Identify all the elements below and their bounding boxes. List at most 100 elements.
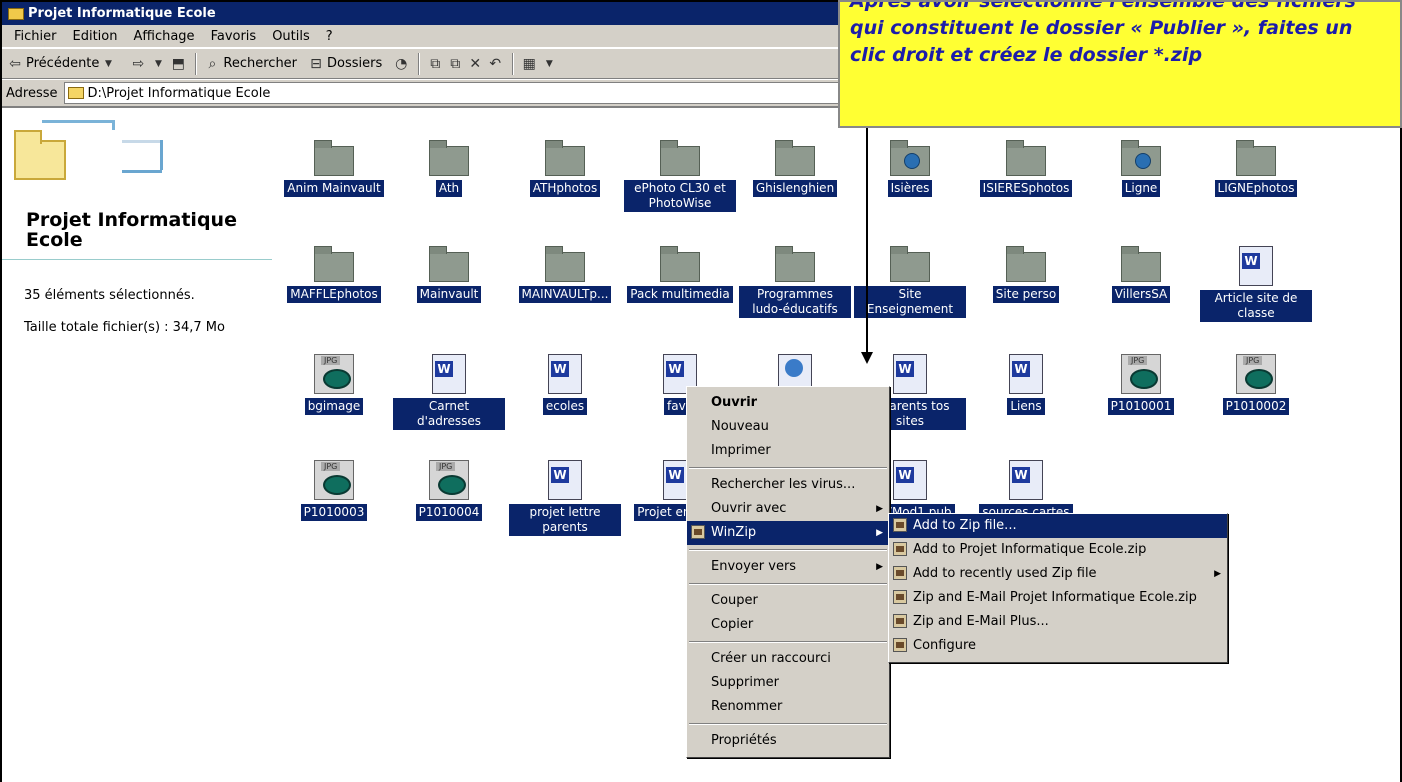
menu-fichier[interactable]: Fichier [6, 29, 65, 44]
file-item[interactable]: Programmes ludo-éducatifs [739, 246, 851, 318]
folder-icon [545, 246, 585, 282]
menu-item-nouveau[interactable]: Nouveau [687, 415, 889, 439]
history-icon[interactable]: ◔ [392, 55, 410, 73]
file-label: Ath [435, 180, 463, 197]
toolbar-separator [512, 52, 515, 75]
file-item[interactable]: Site Enseignement [854, 246, 966, 318]
doc-icon [893, 354, 927, 394]
decor-line [42, 120, 112, 123]
file-item[interactable]: Article site de classe [1200, 246, 1312, 322]
file-item[interactable]: Ligne [1085, 140, 1197, 197]
folder-up-icon[interactable]: ⬒ [169, 55, 187, 73]
copy-to-icon[interactable]: ⧉ [446, 55, 464, 73]
menu-item-copier[interactable]: Copier [687, 613, 889, 637]
menu-item-zip-email-plus[interactable]: Zip and E-Mail Plus... [889, 610, 1227, 634]
menu-item-scan[interactable]: Rechercher les virus... [687, 473, 889, 497]
menu-item-add-to-recent-zip[interactable]: Add to recently used Zip file ▶ [889, 562, 1227, 586]
menu-item-imprimer[interactable]: Imprimer [687, 439, 889, 463]
doc-icon [548, 460, 582, 500]
file-item[interactable]: Isières [854, 140, 966, 197]
file-label: MAINVAULTp... [518, 286, 612, 303]
winzip-submenu: Add to Zip file... Add to Projet Informa… [888, 513, 1228, 663]
file-item[interactable]: Site perso [970, 246, 1082, 303]
delete-icon[interactable]: ✕ [466, 55, 484, 73]
chevron-down-icon[interactable]: ▼ [540, 55, 558, 73]
file-item[interactable]: MAINVAULTp... [509, 246, 621, 303]
open-with-label: Ouvrir avec [711, 501, 787, 516]
file-item[interactable]: Mainvault [393, 246, 505, 303]
file-item[interactable]: ATHphotos [509, 140, 621, 197]
file-label: VillersSA [1111, 286, 1171, 303]
jpg-icon [314, 460, 354, 500]
folders-button[interactable]: ⊟ Dossiers [307, 55, 382, 73]
back-button[interactable]: ⇦ Précédente ▼ [6, 55, 119, 73]
file-item[interactable]: P1010004 [393, 460, 505, 521]
menu-item-add-to-named-zip[interactable]: Add to Projet Informatique Ecole.zip [889, 538, 1227, 562]
chevron-down-icon[interactable]: ▼ [149, 55, 167, 73]
file-item[interactable]: projet lettre parents [509, 460, 621, 536]
file-item[interactable]: P1010001 [1085, 354, 1197, 415]
total-size: Taille totale fichier(s) : 34,7 Mo [24, 320, 225, 335]
jpg-icon [1236, 354, 1276, 394]
menu-item-proprietes[interactable]: Propriétés [687, 729, 889, 753]
file-label: ISIERESphotos [979, 180, 1073, 197]
folder-icon [1121, 246, 1161, 282]
menu-item-shortcut[interactable]: Créer un raccourci [687, 647, 889, 671]
decor-line [160, 140, 163, 170]
add-to-recent-zip-label: Add to recently used Zip file [913, 566, 1097, 581]
file-item[interactable]: Pack multimedia [624, 246, 736, 303]
search-button[interactable]: ⌕ Rechercher [203, 55, 297, 73]
menu-item-zip-email[interactable]: Zip and E-Mail Projet Informatique Ecole… [889, 586, 1227, 610]
file-item[interactable]: bgimage [278, 354, 390, 415]
file-item[interactable]: Liens [970, 354, 1082, 415]
file-item[interactable]: Ghislenghien [739, 140, 851, 197]
menu-favoris[interactable]: Favoris [203, 29, 265, 44]
menu-item-renommer[interactable]: Renommer [687, 695, 889, 719]
forward-arrow-icon[interactable]: ⇨ [129, 55, 147, 73]
folder-icon [775, 246, 815, 282]
menu-item-winzip[interactable]: WinZip ▶ [687, 521, 889, 545]
file-label: Site perso [992, 286, 1060, 303]
menu-help[interactable]: ? [318, 29, 341, 44]
menu-separator [689, 723, 887, 725]
file-item[interactable]: P1010003 [278, 460, 390, 521]
menu-item-open-with[interactable]: Ouvrir avec ▶ [687, 497, 889, 521]
menu-item-add-to-zip[interactable]: Add to Zip file... [889, 514, 1227, 538]
move-to-icon[interactable]: ⧉ [426, 55, 444, 73]
add-to-zip-label: Add to Zip file... [913, 518, 1017, 533]
undo-icon[interactable]: ↶ [486, 55, 504, 73]
file-item[interactable]: P1010002 [1200, 354, 1312, 415]
folders-label: Dossiers [327, 56, 383, 71]
menu-item-couper[interactable]: Couper [687, 589, 889, 613]
menu-separator [689, 467, 887, 469]
menu-item-supprimer[interactable]: Supprimer [687, 671, 889, 695]
views-icon[interactable]: ▦ [520, 55, 538, 73]
file-item[interactable]: VillersSA [1085, 246, 1197, 303]
file-item[interactable]: ePhoto CL30 et PhotoWise [624, 140, 736, 212]
menu-affichage[interactable]: Affichage [125, 29, 202, 44]
address-field[interactable]: D:\Projet Informatique Ecole [63, 82, 884, 104]
doc-icon [1009, 460, 1043, 500]
file-item[interactable]: Carnet d'adresses [393, 354, 505, 430]
menu-separator [689, 549, 887, 551]
folder-icon [314, 246, 354, 282]
file-item[interactable]: ecoles [509, 354, 621, 415]
file-item[interactable]: Ath [393, 140, 505, 197]
folder-large-icon [14, 130, 66, 180]
menu-outils[interactable]: Outils [264, 29, 318, 44]
menu-item-configure[interactable]: Configure [889, 634, 1227, 658]
menu-item-send-to[interactable]: Envoyer vers ▶ [687, 555, 889, 579]
file-item[interactable]: Anim Mainvault [278, 140, 390, 197]
folder-icon [775, 140, 815, 176]
file-item[interactable]: MAFFLEphotos [278, 246, 390, 303]
file-item[interactable]: ISIERESphotos [970, 140, 1082, 197]
submenu-arrow-icon: ▶ [876, 528, 883, 538]
menu-item-ouvrir[interactable]: Ouvrir [687, 391, 889, 415]
file-item[interactable]: sources cartes [970, 460, 1082, 521]
jpg-icon [429, 460, 469, 500]
address-label: Adresse [6, 85, 58, 101]
menu-edition[interactable]: Edition [65, 29, 126, 44]
file-label: Isières [887, 180, 933, 197]
folder-icon [429, 246, 469, 282]
file-item[interactable]: LIGNEphotos [1200, 140, 1312, 197]
